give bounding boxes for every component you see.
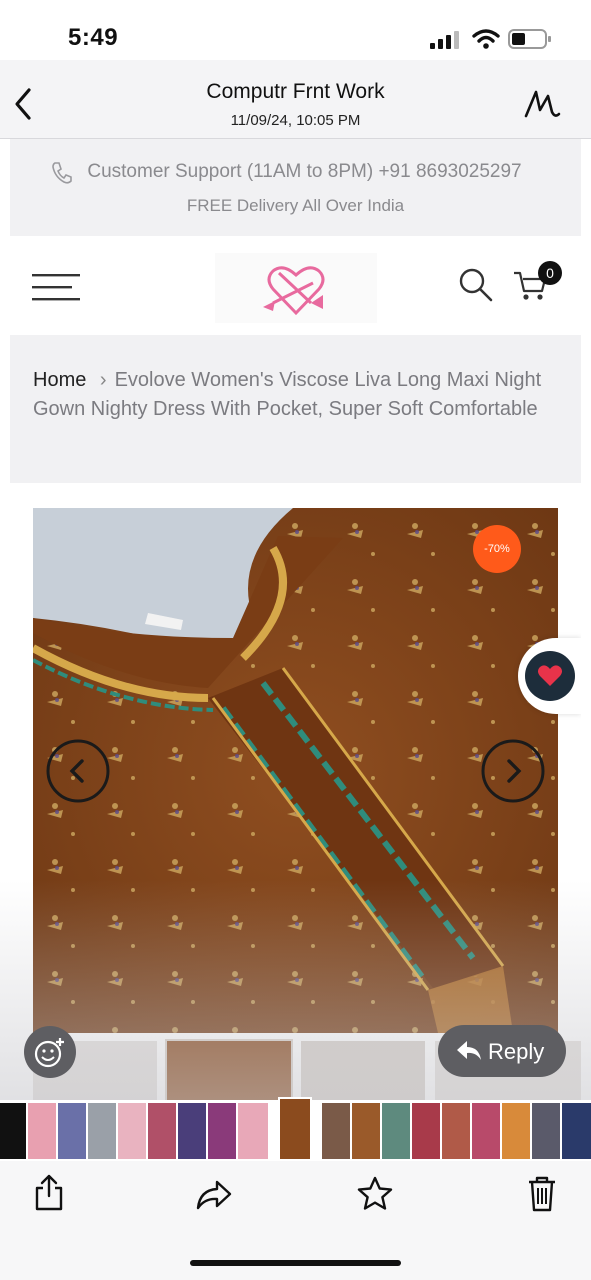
share-icon[interactable] (34, 1174, 64, 1212)
next-image-button[interactable] (480, 738, 546, 804)
film-thumb-5[interactable] (118, 1103, 146, 1159)
chat-title: Computr Frnt Work (206, 80, 385, 103)
site-navbar: 0 (10, 243, 581, 333)
smiley-plus-icon (34, 1038, 64, 1068)
film-thumb-1[interactable] (0, 1103, 26, 1159)
prev-image-button[interactable] (45, 738, 111, 804)
film-thumb-16[interactable] (472, 1103, 500, 1159)
film-thumb-3[interactable] (58, 1103, 86, 1159)
support-banner (10, 139, 581, 236)
reply-arrow-icon (457, 1041, 481, 1060)
film-thumb-13[interactable] (382, 1103, 410, 1159)
reply-label: Reply (488, 1039, 545, 1064)
trash-icon[interactable] (526, 1174, 558, 1214)
forward-icon[interactable] (195, 1178, 233, 1212)
film-thumb-8[interactable] (208, 1103, 236, 1159)
film-thumb-19[interactable] (562, 1103, 591, 1159)
emoji-reaction-button[interactable] (24, 1026, 76, 1078)
wishlist-button[interactable] (525, 651, 575, 701)
film-thumb-15[interactable] (442, 1103, 470, 1159)
film-thumb-2[interactable] (28, 1103, 56, 1159)
heart-icon (538, 665, 562, 686)
breadcrumb-separator: › (99, 369, 107, 391)
home-indicator (190, 1260, 401, 1266)
signal-icon (430, 31, 459, 49)
delivery-text: FREE Delivery All Over India (186, 196, 405, 215)
markup-icon[interactable] (522, 86, 562, 122)
film-thumb-7[interactable] (178, 1103, 206, 1159)
wifi-icon (472, 29, 500, 49)
film-thumb-14[interactable] (412, 1103, 440, 1159)
search-icon[interactable] (458, 267, 494, 303)
reply-button[interactable]: Reply (438, 1025, 566, 1077)
film-thumb-9[interactable] (238, 1103, 268, 1159)
film-thumb-4[interactable] (88, 1103, 116, 1159)
battery-icon (508, 29, 551, 49)
breadcrumb-home[interactable]: Home (33, 369, 86, 391)
film-thumb-17[interactable] (502, 1103, 530, 1159)
film-thumb-18[interactable] (532, 1103, 560, 1159)
star-icon[interactable] (356, 1175, 394, 1213)
film-thumb-12[interactable] (352, 1103, 380, 1159)
film-thumb-6[interactable] (148, 1103, 176, 1159)
discount-badge: -70% (473, 525, 521, 573)
film-thumb-current[interactable] (278, 1097, 312, 1161)
heart-arrow-logo (263, 266, 325, 316)
site-logo[interactable] (215, 253, 377, 323)
film-thumb-11[interactable] (322, 1103, 350, 1159)
support-text: Customer Support (11AM to 8PM) +91 86930… (87, 161, 522, 182)
photo-filmstrip (0, 1097, 591, 1161)
chat-timestamp: 11/09/24, 10:05 PM (230, 112, 361, 129)
breadcrumb-current: Evolove Women's Viscose Liva Long Maxi N… (33, 369, 542, 420)
menu-icon[interactable] (32, 273, 82, 303)
breadcrumb: Home › Evolove Women's Viscose Liva Long … (33, 366, 563, 424)
status-time: 5:49 (68, 24, 119, 51)
cart-count-badge: 0 (538, 261, 562, 285)
